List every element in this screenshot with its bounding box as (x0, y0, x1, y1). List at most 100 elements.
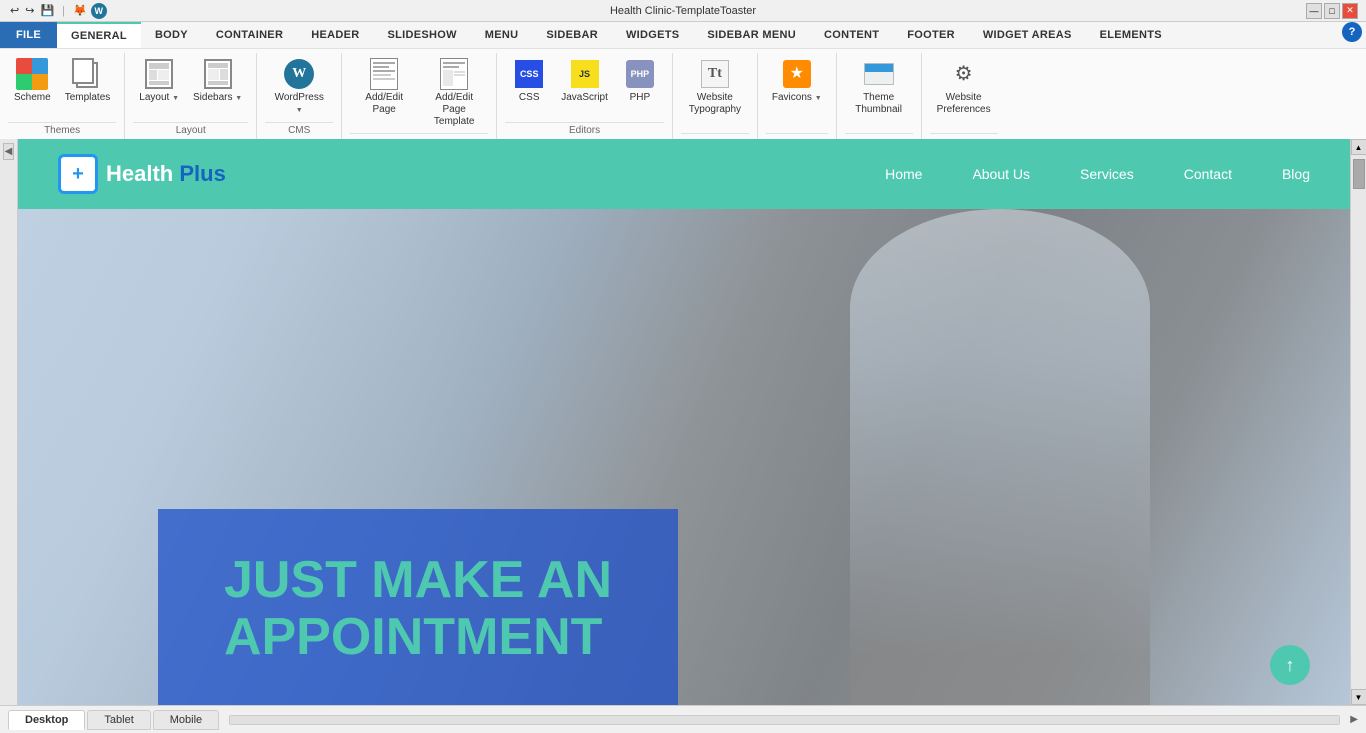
website-preferences-button[interactable]: ⚙ Website Preferences (930, 55, 998, 119)
add-edit-page-icon (368, 58, 400, 90)
add-edit-template-icon (438, 58, 470, 90)
nav-about[interactable]: About Us (972, 166, 1030, 182)
typography-icon: Tt (699, 58, 731, 90)
tab-elements[interactable]: ELEMENTS (1086, 22, 1176, 48)
site-nav: Home About Us Services Contact Blog (885, 166, 1310, 182)
nav-blog[interactable]: Blog (1282, 166, 1310, 182)
tab-widgets[interactable]: WIDGETS (612, 22, 693, 48)
title-bar: ↩ ↪ 💾 | 🦊 W Health Clinic-TemplateToaste… (0, 0, 1366, 22)
ribbon-group-preferences: ⚙ Website Preferences (922, 53, 1006, 139)
preferences-icon: ⚙ (948, 58, 980, 90)
redo-button[interactable]: ↪ (23, 3, 36, 18)
save-button[interactable]: 💾 (38, 3, 56, 18)
undo-button[interactable]: ↩ (8, 3, 21, 18)
tab-sidebar[interactable]: SIDEBAR (532, 22, 612, 48)
ribbon-group-thumbnail: Theme Thumbnail (837, 53, 922, 139)
quick-access-toolbar: ↩ ↪ 💾 | 🦊 W (8, 3, 107, 19)
sidebars-button[interactable]: Sidebars ▼ (187, 55, 248, 107)
nav-contact[interactable]: Contact (1184, 166, 1232, 182)
bottom-bar: Desktop Tablet Mobile ▶ (0, 705, 1366, 733)
scroll-top-button[interactable]: ↑ (1270, 645, 1310, 685)
tab-slideshow[interactable]: SLIDESHOW (373, 22, 470, 48)
ribbon-content: Scheme Templates Themes (0, 48, 1366, 139)
hero-line1: JUST MAKE AN (224, 552, 612, 609)
javascript-button[interactable]: JS JavaScript (555, 55, 614, 107)
minimize-button[interactable]: — (1306, 3, 1322, 19)
tab-body[interactable]: BODY (141, 22, 202, 48)
doctor-silhouette (850, 209, 1150, 705)
add-edit-page-button[interactable]: Add/Edit Page (350, 55, 418, 119)
favicons-button[interactable]: Favicons ▼ (766, 55, 828, 107)
editor-area: ◀ + Health Plus Home About Us Services C… (0, 139, 1366, 705)
nav-services[interactable]: Services (1080, 166, 1134, 182)
sidebars-icon (202, 58, 234, 90)
hero-cta-text: JUST MAKE AN APPOINTMENT (224, 552, 612, 666)
hero-cta-box: JUST MAKE AN APPOINTMENT (158, 509, 678, 705)
title-bar-left: ↩ ↪ 💾 | 🦊 W (8, 3, 107, 19)
ribbon-group-favicons: Favicons ▼ (758, 53, 837, 139)
window-controls: — □ ✕ (1306, 3, 1358, 19)
editor-scrollbar: ▲ ▼ (1350, 139, 1366, 705)
tab-general[interactable]: GENERAL (57, 22, 141, 48)
theme-thumbnail-icon (863, 58, 895, 90)
scheme-button[interactable]: Scheme (8, 55, 57, 107)
logo-text: Health Plus (106, 161, 226, 187)
tab-mobile[interactable]: Mobile (153, 710, 219, 730)
ribbon-group-editors: CSS CSS JS JavaScript PHP PHP Editors (497, 53, 673, 139)
tab-widget-areas[interactable]: WIDGET AREAS (969, 22, 1086, 48)
layout-icon (143, 58, 175, 90)
cms-group-label: CMS (265, 122, 333, 139)
tab-file[interactable]: FILE (0, 22, 57, 48)
nav-home[interactable]: Home (885, 166, 922, 182)
themes-group-label: Themes (8, 122, 116, 139)
bottom-scrollbar-right: ▶ (1350, 714, 1358, 725)
hero-line2: APPOINTMENT (224, 609, 612, 666)
scroll-down-button[interactable]: ▼ (1351, 689, 1366, 705)
ribbon-group-pages: Add/Edit Page (342, 53, 497, 139)
tab-content[interactable]: CONTENT (810, 22, 893, 48)
scheme-icon (16, 58, 48, 90)
tab-container[interactable]: CONTAINER (202, 22, 297, 48)
hero-section: ↑ JUST MAKE AN APPOINTMENT (18, 209, 1350, 705)
scroll-track[interactable] (1351, 155, 1366, 689)
logo-plus-text: Plus (173, 161, 226, 186)
maximize-button[interactable]: □ (1324, 3, 1340, 19)
layout-group-label: Layout (133, 122, 248, 139)
ribbon-group-themes: Scheme Templates Themes (0, 53, 125, 139)
ribbon-group-cms: W WordPress ▼ CMS (257, 53, 342, 139)
wordpress-icon: W (283, 58, 315, 90)
tab-tablet[interactable]: Tablet (87, 710, 150, 730)
scroll-up-button[interactable]: ▲ (1351, 139, 1366, 155)
logo-icon: + (58, 154, 98, 194)
tab-footer[interactable]: FOOTER (893, 22, 969, 48)
editor-canvas: + Health Plus Home About Us Services Con… (18, 139, 1350, 705)
wordpress-button[interactable]: W WordPress ▼ (265, 55, 333, 119)
layout-button[interactable]: Layout ▼ (133, 55, 185, 107)
ribbon-group-layout: Layout ▼ Sidebars ▼ Layout (125, 53, 257, 139)
tab-header[interactable]: HEADER (297, 22, 373, 48)
theme-thumbnail-button[interactable]: Theme Thumbnail (845, 55, 913, 119)
layout-items: Layout ▼ Sidebars ▼ (133, 55, 248, 120)
site-header: + Health Plus Home About Us Services Con… (18, 139, 1350, 209)
tab-desktop[interactable]: Desktop (8, 710, 85, 730)
website-typography-button[interactable]: Tt Website Typography (681, 55, 749, 119)
site-logo: + Health Plus (58, 154, 226, 194)
tab-menu[interactable]: MENU (471, 22, 533, 48)
wordpress-icon-small[interactable]: W (91, 3, 107, 19)
tab-sidebar-menu[interactable]: SIDEBAR MENU (693, 22, 810, 48)
ribbon-group-typography: Tt Website Typography (673, 53, 758, 139)
css-button[interactable]: CSS CSS (505, 55, 553, 107)
css-icon: CSS (513, 58, 545, 90)
templates-button[interactable]: Templates (59, 55, 117, 107)
add-edit-template-button[interactable]: Add/Edit Page Template (420, 55, 488, 131)
ribbon-tab-bar: FILE GENERAL BODY CONTAINER HEADER SLIDE… (0, 22, 1366, 48)
firefox-button[interactable]: 🦊 (71, 3, 89, 18)
editors-group-label: Editors (505, 122, 664, 139)
close-button[interactable]: ✕ (1342, 3, 1358, 19)
php-button[interactable]: PHP PHP (616, 55, 664, 107)
window-title: Health Clinic-TemplateToaster (610, 5, 756, 17)
help-ribbon-btn[interactable]: ? (1342, 22, 1362, 42)
editor-sidebar-toggle[interactable]: ◀ (0, 139, 18, 705)
sidebar-arrow-icon[interactable]: ◀ (3, 143, 15, 160)
scroll-thumb[interactable] (1353, 159, 1365, 189)
